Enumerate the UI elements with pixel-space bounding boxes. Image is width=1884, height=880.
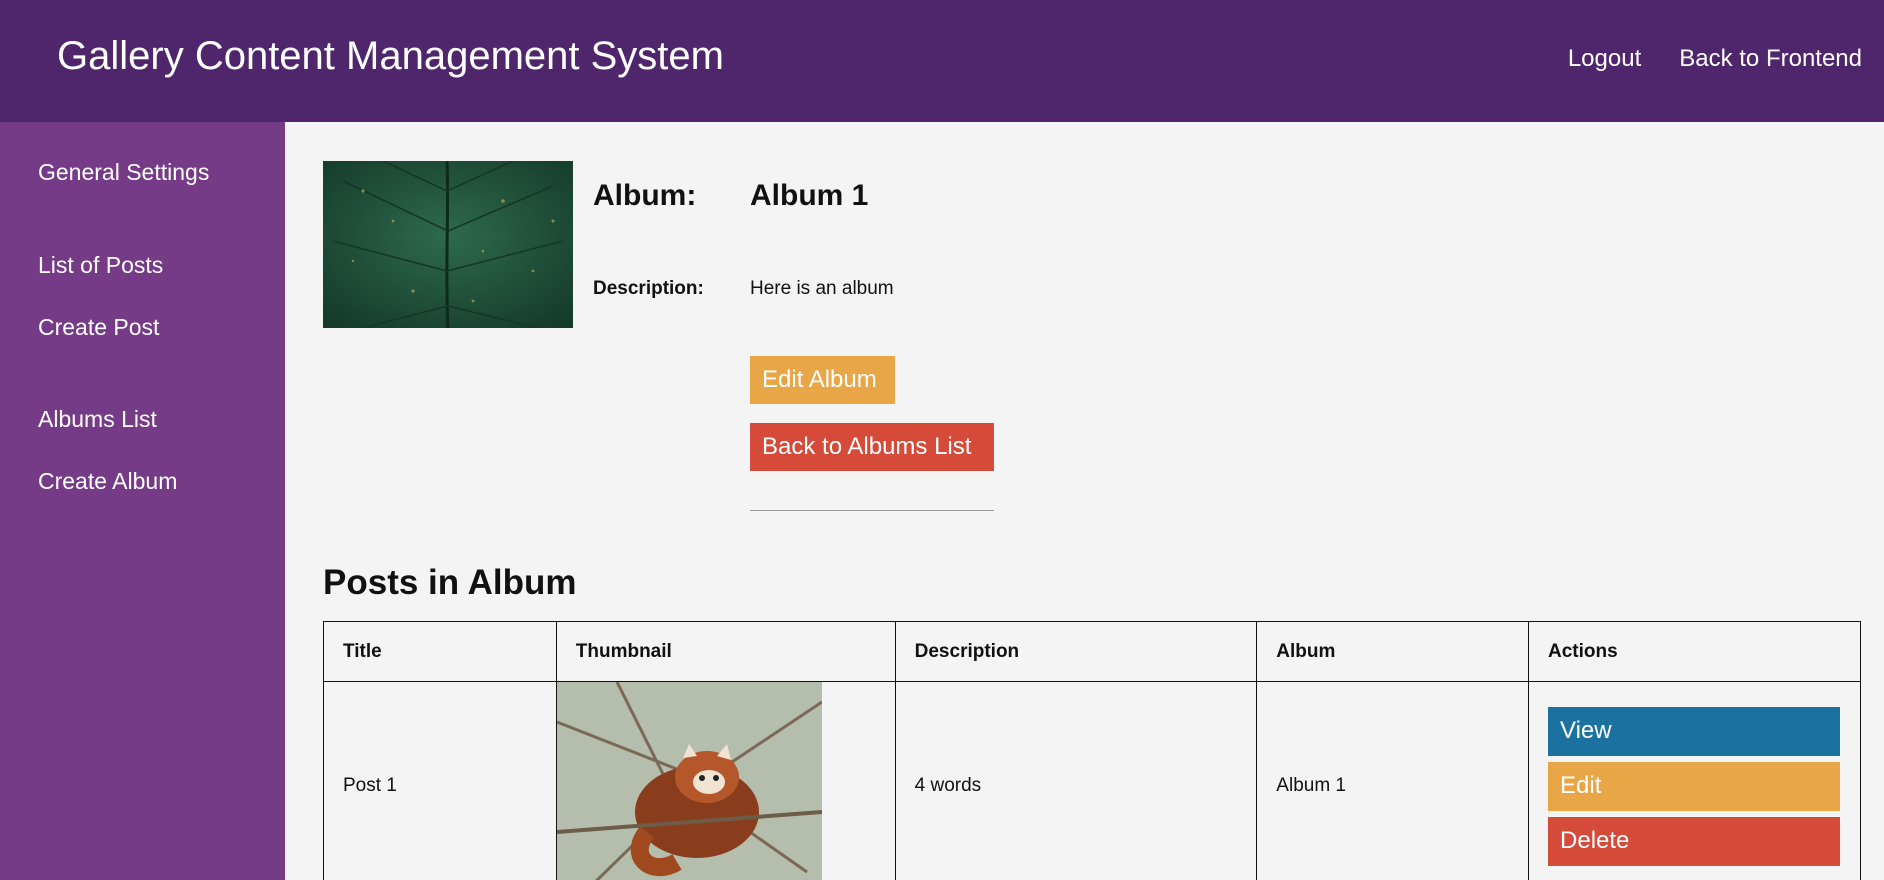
post-album-cell: Album 1 [1256, 681, 1530, 880]
post-title-cell: Post 1 [323, 681, 557, 880]
posts-section-title: Posts in Album [323, 563, 577, 602]
post-description-cell: 4 words [894, 681, 1258, 880]
edit-album-button[interactable]: Edit Album [750, 356, 895, 404]
sidebar-item-create-post[interactable]: Create Post [38, 314, 159, 341]
top-header: Gallery Content Management System Logout… [0, 0, 1884, 122]
row-actions: View Edit Delete [1548, 706, 1841, 866]
header-nav: Logout Back to Frontend [1568, 45, 1862, 73]
post-thumbnail-cell [555, 681, 896, 880]
sidebar-item-list-of-posts[interactable]: List of Posts [38, 252, 163, 279]
leaf-photo-icon [323, 161, 573, 328]
app-title: Gallery Content Management System [57, 34, 724, 78]
back-to-frontend-link[interactable]: Back to Frontend [1679, 45, 1862, 73]
post-thumbnail [556, 682, 822, 880]
posts-table: Title Thumbnail Description Album Action… [323, 621, 1861, 880]
post-actions-cell: View Edit Delete [1528, 681, 1861, 880]
table-row: Post 1 4 words Album 1 View Edit Delete [323, 681, 1861, 880]
column-header-title: Title [323, 621, 557, 682]
column-header-thumbnail: Thumbnail [555, 621, 896, 682]
divider [750, 510, 994, 511]
sidebar-item-general-settings[interactable]: General Settings [38, 159, 209, 186]
sidebar-item-create-album[interactable]: Create Album [38, 468, 177, 495]
logout-link[interactable]: Logout [1568, 45, 1641, 73]
column-header-actions: Actions [1528, 621, 1861, 682]
main-content: Album: Album 1 Description: Here is an a… [285, 122, 1884, 880]
column-header-album: Album [1256, 621, 1530, 682]
description-label: Description: [593, 278, 704, 299]
column-header-description: Description [894, 621, 1258, 682]
delete-post-button[interactable]: Delete [1548, 816, 1841, 866]
table-header-row: Title Thumbnail Description Album Action… [323, 621, 1861, 682]
back-to-albums-button[interactable]: Back to Albums List [750, 423, 994, 471]
album-label: Album: [593, 179, 697, 212]
album-thumbnail [323, 161, 573, 328]
sidebar-item-albums-list[interactable]: Albums List [38, 406, 157, 433]
edit-post-button[interactable]: Edit [1548, 761, 1841, 811]
album-description: Here is an album [750, 278, 894, 299]
album-name: Album 1 [750, 179, 869, 212]
view-post-button[interactable]: View [1548, 706, 1841, 756]
red-panda-photo-icon [556, 682, 822, 880]
sidebar: General Settings List of Posts Create Po… [0, 122, 285, 880]
